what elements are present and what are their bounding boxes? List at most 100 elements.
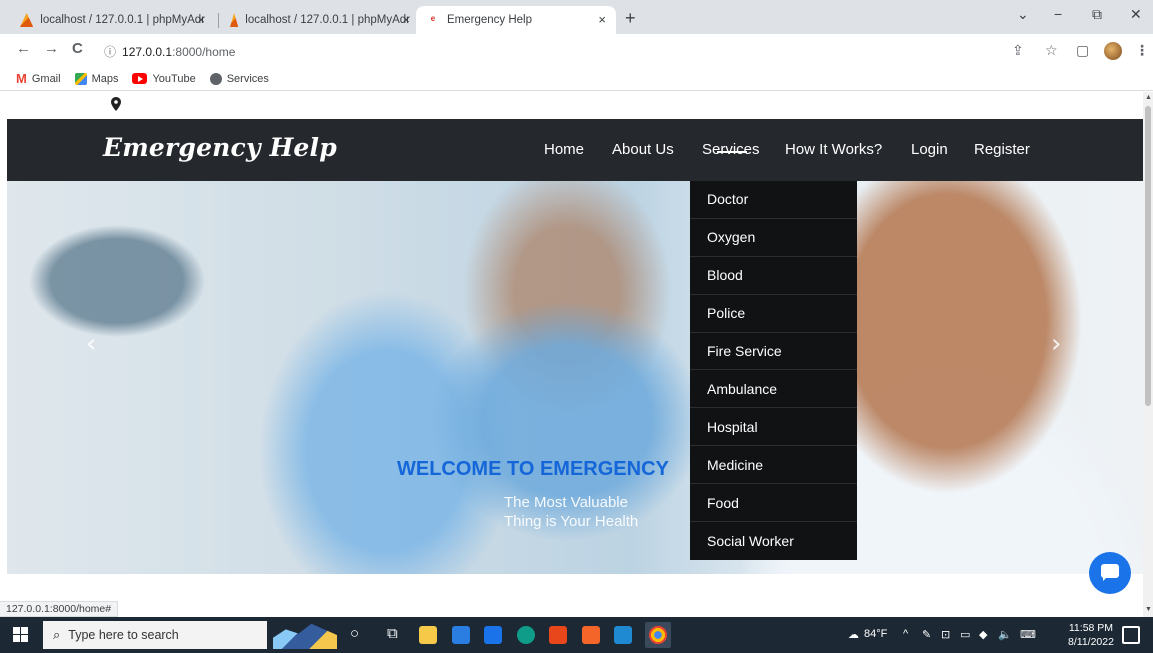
tab-phpmyadmin-2[interactable]: localhost / 127.0.0.1 | phpMyAdr × [220,6,420,34]
tray-expand-icon[interactable]: ^ [903,628,908,640]
tab-title: Emergency Help [447,14,533,26]
chrome-icon[interactable] [649,626,667,644]
dropdown-item-medicine[interactable]: Medicine [690,446,857,485]
top-info-strip [0,92,1143,119]
clock-date: 8/11/2022 [1068,636,1114,648]
bookmark-star-icon[interactable]: ☆ [1045,42,1058,59]
search-icon: ⌕ [53,627,61,642]
tab-emergency-help[interactable]: ᵉ Emergency Help × [416,6,616,34]
tab-phpmyadmin-1[interactable]: localhost / 127.0.0.1 | phpMyAdr × [10,6,215,34]
cortana-icon[interactable]: ○ [350,625,359,642]
xampp-icon[interactable] [582,626,600,644]
tab-search-chevron-icon[interactable]: ⌄ [1017,6,1029,23]
search-placeholder: Type here to search [68,628,179,642]
microsoft-store-icon[interactable] [452,626,470,644]
scrollbar-thumb[interactable] [1145,106,1151,406]
notification-center-icon[interactable] [1122,626,1140,644]
share-icon[interactable]: ⇪ [1012,42,1024,59]
address-bar-row: ← → C ⓘ 127.0.0.1:8000/home ⇪ ☆ ▢ ⋮ [0,34,1153,67]
tab-title: localhost / 127.0.0.1 | phpMyAdr [245,14,410,26]
nav-about-us[interactable]: About Us [612,141,674,158]
close-window-button[interactable]: ✕ [1130,6,1142,23]
new-tab-button[interactable]: + [625,8,636,29]
taskbar-search-box[interactable]: ⌕ Type here to search [43,621,267,649]
weather-temp[interactable]: 84°F [864,628,887,640]
maps-icon [74,72,87,85]
dropdown-item-police[interactable]: Police [690,295,857,333]
bookmark-gmail[interactable]: M Gmail [16,71,61,86]
gmail-icon: M [16,71,27,86]
carousel-next-icon[interactable]: › [1051,329,1061,359]
mail-icon[interactable] [484,626,502,644]
search-highlight-image[interactable] [273,623,337,649]
network-icon[interactable]: ⊡ [941,628,950,641]
dropdown-item-blood[interactable]: Blood [690,257,857,295]
forward-arrow-icon[interactable]: → [44,40,59,57]
tab-title: localhost / 127.0.0.1 | phpMyAdr [40,14,205,26]
url-path: :8000/home [172,45,236,59]
bookmark-maps[interactable]: Maps [74,72,119,85]
bookmark-label: Gmail [31,72,61,85]
dropdown-item-oxygen[interactable]: Oxygen [690,219,857,257]
back-arrow-icon[interactable]: ← [16,40,31,57]
profile-avatar[interactable] [1104,42,1122,60]
url-host: 127.0.0.1 [122,45,173,59]
dropdown-item-social-worker[interactable]: Social Worker [690,522,857,560]
chat-bubble-button[interactable] [1089,552,1131,594]
volume-icon[interactable]: 🔈 [998,628,1012,641]
bookmark-label: Maps [91,72,119,85]
edge-browser-icon[interactable] [517,626,535,644]
bookmark-services[interactable]: Services [209,72,269,85]
reload-icon[interactable]: C [72,40,83,57]
pen-icon[interactable]: ✎ [922,628,931,641]
scroll-up-arrow-icon[interactable]: ▲ [1145,94,1152,101]
services-dropdown: Doctor Oxygen Blood Police Fire Service … [690,181,857,560]
vscode-icon[interactable] [614,626,632,644]
nav-login[interactable]: Login [911,141,948,158]
close-tab-icon[interactable]: × [402,12,410,27]
globe-icon [209,72,222,85]
nav-register[interactable]: Register [974,141,1030,158]
windows-start-icon[interactable] [13,627,29,643]
nav-home[interactable]: Home [544,141,584,158]
minimize-button[interactable]: − [1054,6,1062,22]
dropdown-item-ambulance[interactable]: Ambulance [690,370,857,409]
close-tab-icon[interactable]: × [598,12,606,27]
browser-menu-icon[interactable]: ⋮ [1135,42,1149,59]
close-tab-icon[interactable]: × [197,12,205,27]
site-info-icon[interactable]: ⓘ [104,45,116,59]
app-tray-icon[interactable]: ◆ [979,628,987,641]
nav-services[interactable]: Services [702,141,760,158]
youtube-icon [132,73,148,84]
carousel-prev-icon[interactable]: ‹ [86,329,96,359]
tagline-line-2: Thing is Your Health [504,513,639,530]
dropdown-item-food[interactable]: Food [690,484,857,523]
battery-icon[interactable]: ▭ [960,628,970,641]
clock-time: 11:58 PM [1068,622,1114,634]
site-header: Emergency Help Home About Us Services Ho… [7,119,1143,181]
dropdown-item-hospital[interactable]: Hospital [690,408,857,447]
emergency-favicon: ᵉ [430,13,436,27]
bookmarks-bar: M Gmail Maps YouTube Services [0,67,1153,91]
task-view-icon[interactable]: ⧉ [387,625,398,642]
restore-button[interactable]: ⧉ [1092,6,1102,23]
side-panel-icon[interactable]: ▢ [1076,42,1089,59]
bookmark-youtube[interactable]: YouTube [132,73,196,85]
keyboard-icon[interactable]: ⌨ [1020,628,1036,641]
dropdown-item-doctor[interactable]: Doctor [690,181,857,219]
site-logo[interactable]: Emergency Help [103,133,337,162]
weather-icon[interactable]: ☁ [848,628,859,641]
taskbar-clock[interactable]: 11:58 PM 8/11/2022 [1068,621,1114,649]
browser-tab-strip: localhost / 127.0.0.1 | phpMyAdr × local… [0,0,1153,34]
nav-how-it-works[interactable]: How It Works? [785,141,882,158]
address-input[interactable]: ⓘ 127.0.0.1:8000/home [104,43,235,60]
phpmyadmin-icon [20,13,34,27]
scroll-down-arrow-icon[interactable]: ▼ [1145,606,1152,613]
page-viewport: Emergency Help Home About Us Services Ho… [0,92,1143,617]
dropdown-item-fire-service[interactable]: Fire Service [690,333,857,371]
file-explorer-icon[interactable] [419,626,437,644]
page-scrollbar[interactable]: ▲ ▼ [1143,92,1153,617]
tab-separator [218,13,219,28]
office-icon[interactable] [549,626,567,644]
active-nav-indicator [717,151,747,153]
